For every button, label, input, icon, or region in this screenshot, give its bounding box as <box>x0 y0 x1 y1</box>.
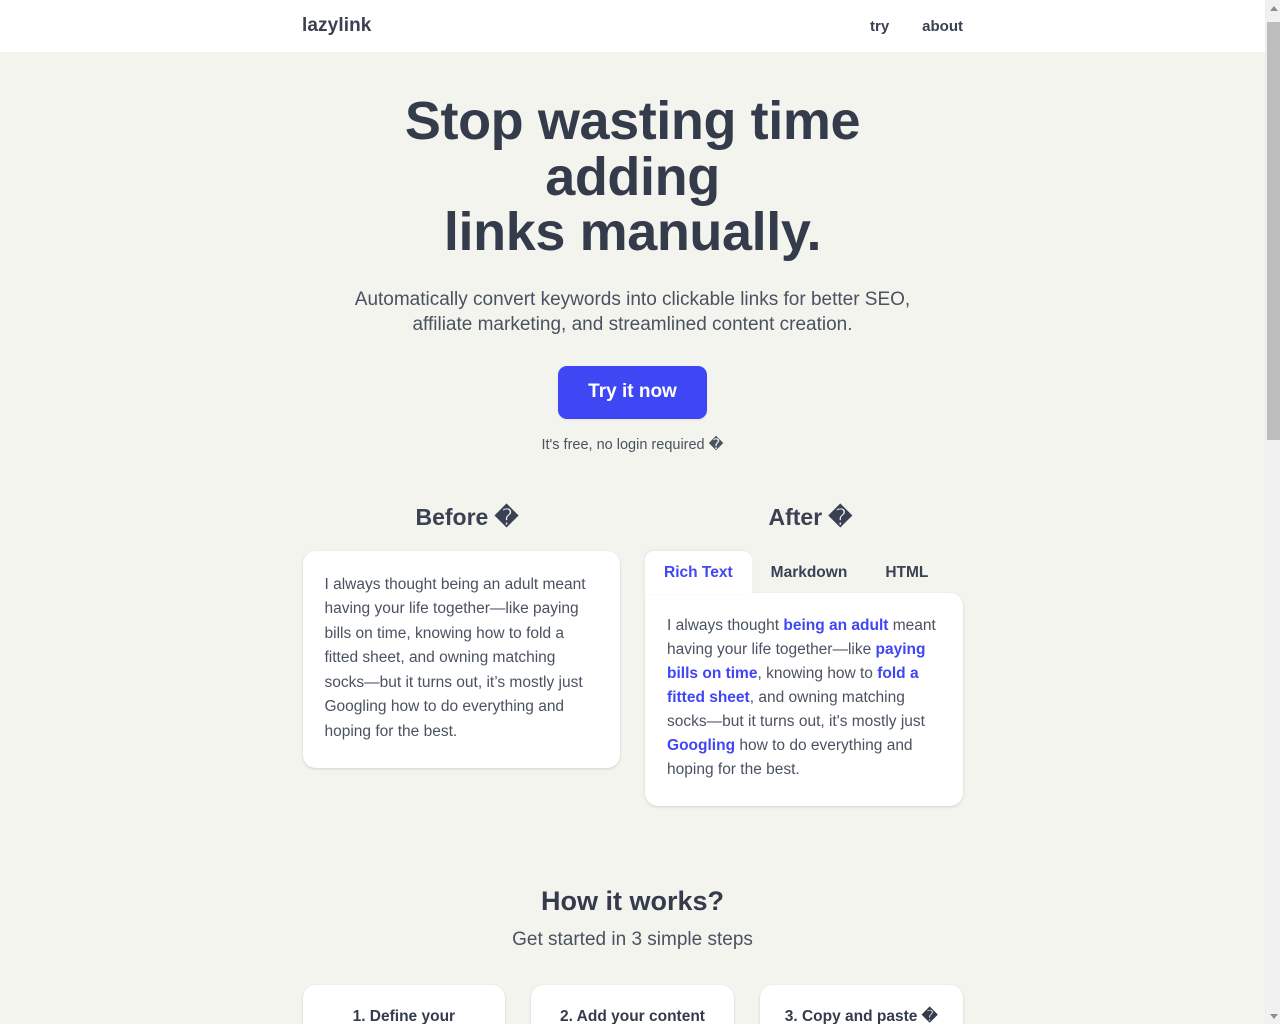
tab-markdown[interactable]: Markdown <box>752 551 867 594</box>
cta-note: It's free, no login required � <box>541 436 724 453</box>
after-heading: After � <box>768 503 853 530</box>
hero-title-line-2: links manually. <box>443 202 822 263</box>
compare-body: I always thought being an adult meant ha… <box>302 550 963 806</box>
inline-link[interactable]: Googling <box>667 737 735 754</box>
brand-logo[interactable]: lazylink <box>302 15 371 37</box>
hero-title-line-1: Stop wasting time adding <box>404 91 861 207</box>
scroll-up-arrow-icon <box>1269 5 1278 11</box>
before-heading: Before � <box>415 503 519 530</box>
inline-link[interactable]: being an adult <box>783 617 888 634</box>
main-nav: try about <box>870 18 963 35</box>
vertical-scrollbar[interactable] <box>1265 0 1280 1024</box>
site-header: lazylink try about <box>0 0 1265 52</box>
after-card: I always thought being an adult meant ha… <box>645 592 963 806</box>
browser-viewport: lazylink try about Stop wasting time add… <box>0 0 1280 1024</box>
scroll-down-button[interactable] <box>1266 1008 1280 1024</box>
inline-text: I always thought <box>667 616 784 634</box>
cta-container: Try it now <box>0 365 1265 419</box>
hero-section: Stop wasting time adding links manually.… <box>0 52 1265 453</box>
scrollbar-thumb[interactable] <box>1267 22 1280 440</box>
inline-text: , knowing how to <box>757 664 878 682</box>
step-title: 3. Copy and paste � <box>784 1007 938 1024</box>
how-it-works-title: How it works? <box>540 885 724 916</box>
page-title: Stop wasting time adding links manually. <box>323 91 943 263</box>
scroll-down-arrow-icon <box>1269 1013 1278 1019</box>
hero-subtitle: Automatically convert keywords into clic… <box>354 288 911 336</box>
step-card-1: 1. Define your keywords � Enter your key… <box>302 984 506 1024</box>
page-root: lazylink try about Stop wasting time add… <box>0 0 1265 1024</box>
step-card-2: 2. Add your content ✍ Paste your text in… <box>531 984 734 1024</box>
after-panel: Rich Text Markdown HTML I always thought… <box>645 550 963 806</box>
try-it-now-button[interactable]: Try it now <box>558 365 707 419</box>
tab-rich-text[interactable]: Rich Text <box>645 550 752 594</box>
step-title: 2. Add your content ✍ <box>560 1007 705 1024</box>
step-card-3: 3. Copy and paste � Get your content wit… <box>759 984 963 1024</box>
before-after-section: Before � After � I always thought being … <box>302 504 963 806</box>
compare-headings: Before � After � <box>303 504 963 531</box>
format-tabs: Rich Text Markdown HTML <box>645 550 962 594</box>
how-it-works-subtitle: Get started in 3 simple steps <box>512 928 753 950</box>
before-card: I always thought being an adult meant ha… <box>302 550 621 769</box>
tab-html[interactable]: HTML <box>866 551 947 594</box>
steps-list: 1. Define your keywords � Enter your key… <box>302 984 963 1024</box>
how-it-works-section: How it works? Get started in 3 simple st… <box>0 886 1265 1024</box>
nav-link-about[interactable]: about <box>922 18 963 35</box>
nav-link-try[interactable]: try <box>870 18 889 35</box>
scroll-up-button[interactable] <box>1266 0 1280 16</box>
step-title: 1. Define your keywords � <box>352 1007 456 1024</box>
